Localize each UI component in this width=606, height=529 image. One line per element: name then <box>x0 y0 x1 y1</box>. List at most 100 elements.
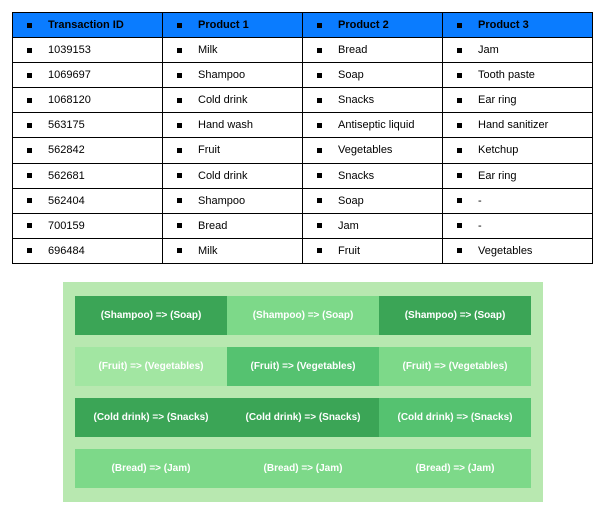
table-cell: 1039153 <box>13 38 163 63</box>
table-cell: Shampoo <box>163 188 303 213</box>
table-row: 700159BreadJam- <box>13 213 593 238</box>
cell-value: Jam <box>478 44 499 56</box>
cell-value: Ketchup <box>478 145 518 157</box>
header-label: Product 1 <box>198 19 249 31</box>
bullet-icon <box>457 198 462 203</box>
bullet-icon <box>317 148 322 153</box>
bullet-icon <box>457 48 462 53</box>
cell-value: 563175 <box>48 119 85 131</box>
table-cell: Snacks <box>303 163 443 188</box>
cell-value: Shampoo <box>198 195 245 207</box>
table-cell: Antiseptic liquid <box>303 113 443 138</box>
table-row: 562842 Fruit Vegetables Ketchup <box>13 138 593 163</box>
cell-value: Hand wash <box>198 119 253 131</box>
table-row: 1039153 Milk Bread Jam <box>13 38 593 63</box>
rule-tile: (Cold drink) => (Snacks) <box>379 398 531 437</box>
cell-value: 696484 <box>48 245 85 257</box>
header-label: Product 2 <box>338 19 389 31</box>
cell-value: Bread <box>198 220 227 232</box>
table-row: 696484 Milk Fruit Vegetables <box>13 238 593 263</box>
bullet-icon <box>317 23 322 28</box>
cell-value: Fruit <box>338 245 360 257</box>
table-cell: 562681 <box>13 163 163 188</box>
header-label: Product 3 <box>478 19 529 31</box>
bullet-icon <box>317 198 322 203</box>
bullet-icon <box>457 173 462 178</box>
table-cell: Fruit <box>163 138 303 163</box>
cell-value: 1039153 <box>48 44 91 56</box>
table-header-row: Transaction ID Product 1 Product 2 Produ… <box>13 13 593 38</box>
rule-tile: (Cold drink) => (Snacks) <box>227 398 379 437</box>
table-cell: Milk <box>163 38 303 63</box>
header-label: Transaction ID <box>48 19 124 31</box>
bullet-icon <box>177 48 182 53</box>
bullet-icon <box>27 148 32 153</box>
table-cell: Hand wash <box>163 113 303 138</box>
cell-value: Milk <box>198 44 218 56</box>
cell-value: Hand sanitizer <box>478 119 548 131</box>
cell-value: Fruit <box>198 145 220 157</box>
rule-tile: (Fruit) => (Vegetables) <box>379 347 531 386</box>
rule-tile: (Fruit) => (Vegetables) <box>75 347 227 386</box>
bullet-icon <box>457 248 462 253</box>
bullet-icon <box>27 98 32 103</box>
table-cell: Ear ring <box>443 88 593 113</box>
table-cell: 1069697 <box>13 63 163 88</box>
table-row: 563175 Hand wash Antiseptic liquid Hand san… <box>13 113 593 138</box>
cell-value: - <box>478 195 482 207</box>
cell-value: 562681 <box>48 170 85 182</box>
table-cell: Soap <box>303 188 443 213</box>
bullet-icon <box>317 98 322 103</box>
rules-row: (Shampoo) => (Soap)(Shampoo) => (Soap)(S… <box>75 296 531 335</box>
rules-row: (Fruit) => (Vegetables)(Fruit) => (Veget… <box>75 347 531 386</box>
table-cell: - <box>443 188 593 213</box>
rules-row: (Cold drink) => (Snacks)(Cold drink) => … <box>75 398 531 437</box>
rule-tile: (Bread) => (Jam) <box>227 449 379 488</box>
table-cell: Milk <box>163 238 303 263</box>
cell-value: Soap <box>338 195 364 207</box>
rule-tile: (Shampoo) => (Soap) <box>75 296 227 335</box>
rule-tile: (Fruit) => (Vegetables) <box>227 347 379 386</box>
table-cell: Jam <box>303 213 443 238</box>
bullet-icon <box>27 223 32 228</box>
table-cell: 700159 <box>13 213 163 238</box>
bullet-icon <box>177 148 182 153</box>
table-cell: Soap <box>303 63 443 88</box>
bullet-icon <box>27 173 32 178</box>
col-header: Product 2 <box>303 13 443 38</box>
bullet-icon <box>457 223 462 228</box>
cell-value: Snacks <box>338 94 374 106</box>
bullet-icon <box>27 123 32 128</box>
cell-value: Bread <box>338 44 367 56</box>
table-cell: Vegetables <box>443 238 593 263</box>
bullet-icon <box>27 48 32 53</box>
cell-value: Soap <box>338 69 364 81</box>
table-cell: Fruit <box>303 238 443 263</box>
table-cell: Jam <box>443 38 593 63</box>
table-cell: Cold drink <box>163 88 303 113</box>
table-cell: Snacks <box>303 88 443 113</box>
cell-value: Vegetables <box>338 145 392 157</box>
cell-value: Tooth paste <box>478 69 535 81</box>
table-cell: 696484 <box>13 238 163 263</box>
bullet-icon <box>457 148 462 153</box>
table-cell: Ear ring <box>443 163 593 188</box>
table-cell: Shampoo <box>163 63 303 88</box>
table-cell: 562404 <box>13 188 163 213</box>
rule-tile: (Bread) => (Jam) <box>75 449 227 488</box>
bullet-icon <box>317 48 322 53</box>
cell-value: 562842 <box>48 145 85 157</box>
bullet-icon <box>27 248 32 253</box>
bullet-icon <box>177 123 182 128</box>
bullet-icon <box>177 198 182 203</box>
cell-value: Cold drink <box>198 94 248 106</box>
table-row: 562681 Cold drink SnacksEar ring <box>13 163 593 188</box>
cell-value: 1068120 <box>48 94 91 106</box>
table-cell: Cold drink <box>163 163 303 188</box>
cell-value: Milk <box>198 245 218 257</box>
col-header: Transaction ID <box>13 13 163 38</box>
cell-value: Cold drink <box>198 170 248 182</box>
table-cell: Bread <box>163 213 303 238</box>
bullet-icon <box>177 98 182 103</box>
col-header: Product 1 <box>163 13 303 38</box>
